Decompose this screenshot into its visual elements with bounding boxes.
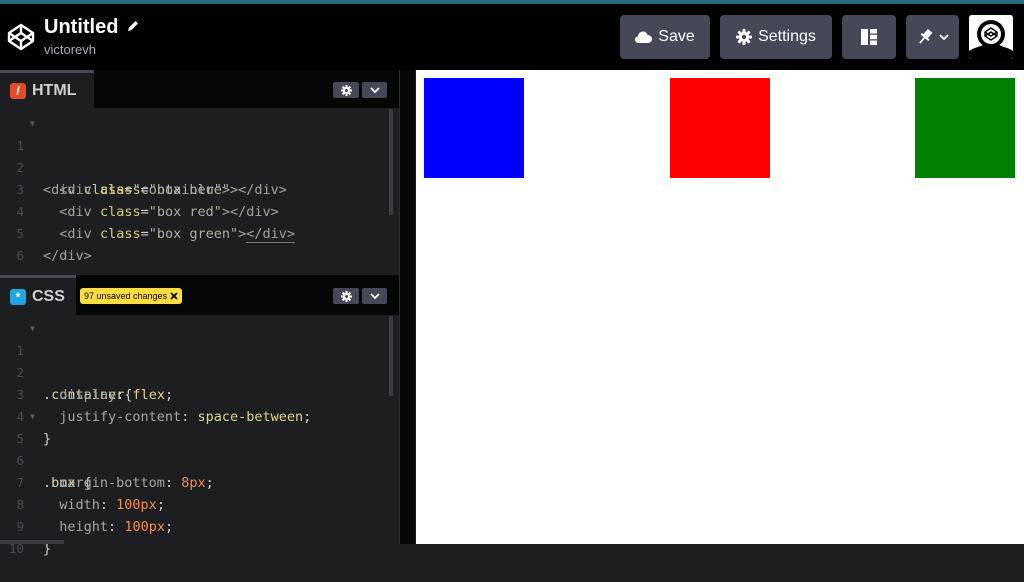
close-icon[interactable] (170, 292, 178, 300)
pen-title[interactable]: Untitled (44, 16, 118, 38)
change-view-button[interactable] (842, 15, 896, 59)
pen-title-area: Untitled victorevh (44, 16, 140, 57)
code-line: 1 ▼ .container{ (0, 318, 399, 403)
css-tab[interactable]: * CSS (0, 275, 76, 315)
html-tab-label: HTML (32, 81, 77, 99)
css-tab-label: CSS (32, 287, 65, 305)
editor-column: / HTML 1 ▼ <div class="container"> 2 <di… (0, 70, 399, 557)
css-panel-header: * CSS 97 unsaved changes (0, 275, 399, 315)
code-line: 4 } (0, 384, 399, 447)
layout-icon (861, 29, 877, 45)
code-line: 8 height: 100px; (0, 472, 399, 535)
save-button-label: Save (658, 28, 695, 45)
chevron-down-icon (369, 86, 380, 93)
fold-arrow-icon[interactable]: ▼ (30, 113, 35, 135)
header-bar: Untitled victorevh Save Settings (0, 4, 1024, 70)
html-collapse-button[interactable] (362, 82, 387, 98)
chevron-down-icon (369, 292, 380, 299)
gear-icon (736, 29, 753, 45)
css-badge-icon: * (10, 288, 26, 305)
code-line: 6 (0, 223, 399, 263)
settings-button[interactable]: Settings (720, 15, 832, 59)
unsaved-changes-text: 97 unsaved changes (84, 291, 168, 301)
cloud-icon (635, 31, 653, 43)
pin-icon (918, 29, 932, 44)
gear-icon (340, 290, 352, 302)
code-line: 9 } (0, 494, 399, 557)
code-line: 4 <div class="box green"></div> (0, 179, 399, 243)
code-line: 5 </div> (0, 201, 399, 264)
code-line: 6 margin-bottom: 8px; (0, 428, 399, 491)
codepen-logo-icon[interactable] (6, 22, 36, 52)
code-line: 5 ▼ .box { (0, 406, 399, 491)
html-code-editor[interactable]: 1 ▼ <div class="container"> 2 <div class… (0, 109, 399, 275)
fold-arrow-icon[interactable]: ▼ (30, 318, 35, 340)
code-line: 7 width: 100px; (0, 450, 399, 513)
unsaved-changes-badge[interactable]: 97 unsaved changes (80, 288, 183, 304)
panel-resize-handle[interactable] (399, 70, 415, 544)
username[interactable]: victorevh (44, 42, 140, 57)
code-line: 1 ▼ <div class="container"> (0, 113, 399, 198)
result-preview[interactable] (416, 70, 1024, 544)
preview-box-red (670, 78, 770, 178)
code-line: 3 <div class="box red"></div> (0, 157, 399, 220)
code-line: 10 (0, 516, 399, 556)
code-line: 2 <div class="box blue"></div> (0, 135, 399, 198)
html-badge-icon: / (10, 82, 26, 99)
html-scrollbar[interactable] (389, 109, 393, 215)
gear-icon (340, 84, 352, 96)
pencil-icon[interactable] (126, 19, 140, 33)
html-panel-header: / HTML (0, 70, 399, 108)
css-collapse-button[interactable] (362, 288, 387, 304)
html-tab[interactable]: / HTML (0, 70, 94, 108)
settings-button-label: Settings (758, 28, 816, 45)
save-button[interactable]: Save (620, 15, 710, 59)
pin-menu-button[interactable] (906, 15, 959, 59)
preview-box-green (915, 78, 1015, 178)
code-line: 2 display: flex; (0, 340, 399, 403)
chevron-down-icon (938, 33, 949, 40)
fold-arrow-icon[interactable]: ▼ (30, 406, 35, 428)
line-number: 6 (16, 248, 24, 263)
css-settings-button[interactable] (333, 288, 359, 304)
user-avatar[interactable] (969, 15, 1013, 59)
preview-box-blue (424, 78, 524, 178)
html-settings-button[interactable] (333, 82, 359, 98)
avatar-image (969, 15, 1013, 59)
css-scrollbar[interactable] (389, 316, 393, 396)
code-line: 3 justify-content: space-between; (0, 362, 399, 425)
horizontal-scrollbar[interactable] (0, 540, 64, 544)
css-code-editor[interactable]: 1 ▼ .container{ 2 display: flex; 3 justi… (0, 316, 399, 557)
